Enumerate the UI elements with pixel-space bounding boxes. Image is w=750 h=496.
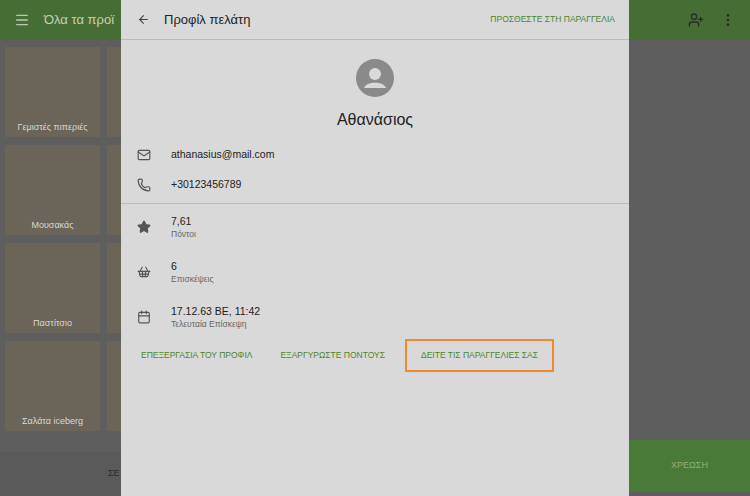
stats-list: 7,61Πόντοι6Επισκέψεις17.12.63 ΒΕ, 11:42Τ…: [121, 204, 629, 339]
profile-action-button[interactable]: ΕΞΑΡΓΥΡΩΣΤΕ ΠΟΝΤΟΥΣ: [266, 339, 399, 372]
product-tile[interactable]: Παστίτσιο: [5, 243, 100, 333]
customer-name: Αθανάσιος: [337, 110, 413, 130]
product-label: Παστίτσιο: [29, 318, 76, 329]
more-icon[interactable]: [720, 12, 736, 28]
calendar-icon: [137, 310, 151, 324]
basket-icon: [137, 265, 151, 279]
product-label: Γεμιστές πιπεριές: [13, 122, 91, 133]
product-tile[interactable]: Μουσακάς: [5, 145, 100, 235]
product-label: Μουσακάς: [27, 220, 77, 231]
dialog-header: Προφίλ πελάτη ΠΡΟΣΘΕΣΤΕ ΣΤΗ ΠΑΡΑΓΓΕΛΙΑ: [121, 0, 629, 40]
last-visit-row: 17.12.63 ΒΕ, 11:42Τελευταία Επίσκεψη: [121, 294, 629, 339]
visits-row: 6Επισκέψεις: [121, 249, 629, 294]
customer-profile-dialog: Προφίλ πελάτη ΠΡΟΣΘΕΣΤΕ ΣΤΗ ΠΑΡΑΓΓΕΛΙΑ Αθα…: [121, 0, 629, 496]
product-tile[interactable]: Γεμιστές πιπεριές: [5, 47, 100, 137]
contact-list: athanasius@mail.com+30123456789: [121, 140, 629, 200]
profile-action-button[interactable]: ΔΕΙΤΕ ΤΙΣ ΠΑΡΑΓΓΕΛΙΕΣ ΣΑΣ: [405, 339, 554, 372]
avatar-icon: [356, 59, 394, 97]
menu-icon[interactable]: [14, 12, 30, 28]
add-customer-icon[interactable]: [688, 12, 704, 28]
star-icon: [137, 220, 151, 234]
product-tile[interactable]: Σαλάτα iceberg: [5, 341, 100, 431]
phone-row: +30123456789: [121, 170, 629, 200]
charge-button[interactable]: ΧΡΕΩΣΗ: [629, 440, 750, 492]
add-to-order-button[interactable]: ΠΡΟΣΘΕΣΤΕ ΣΤΗ ΠΑΡΑΓΓΕΛΙΑ: [490, 13, 615, 26]
phone-icon: [137, 178, 151, 192]
profile-actions: ΕΠΕΞΕΡΓΑΣΙΑ ΤΟΥ ΠΡΟΦΙΛΕΞΑΡΓΥΡΩΣΤΕ ΠΟΝΤΟΥ…: [121, 339, 629, 372]
email-icon: [137, 148, 151, 162]
dialog-title: Προφίλ πελάτη: [164, 10, 250, 30]
profile-action-button[interactable]: ΕΠΕΞΕΡΓΑΣΙΑ ΤΟΥ ΠΡΟΦΙΛ: [127, 339, 266, 372]
back-arrow-icon[interactable]: [137, 13, 150, 26]
divider: [121, 203, 629, 204]
email-row: athanasius@mail.com: [121, 140, 629, 170]
app-bar-title: Όλα τα προϊ: [44, 10, 114, 30]
app-screen: Όλα τα προϊ Γεμιστές πιπεριές Μουσακάς Παστ…: [0, 0, 750, 496]
product-label: Σαλάτα iceberg: [18, 416, 87, 427]
points-row: 7,61Πόντοι: [121, 204, 629, 249]
bottom-left-button[interactable]: ΣΕ: [108, 467, 120, 481]
